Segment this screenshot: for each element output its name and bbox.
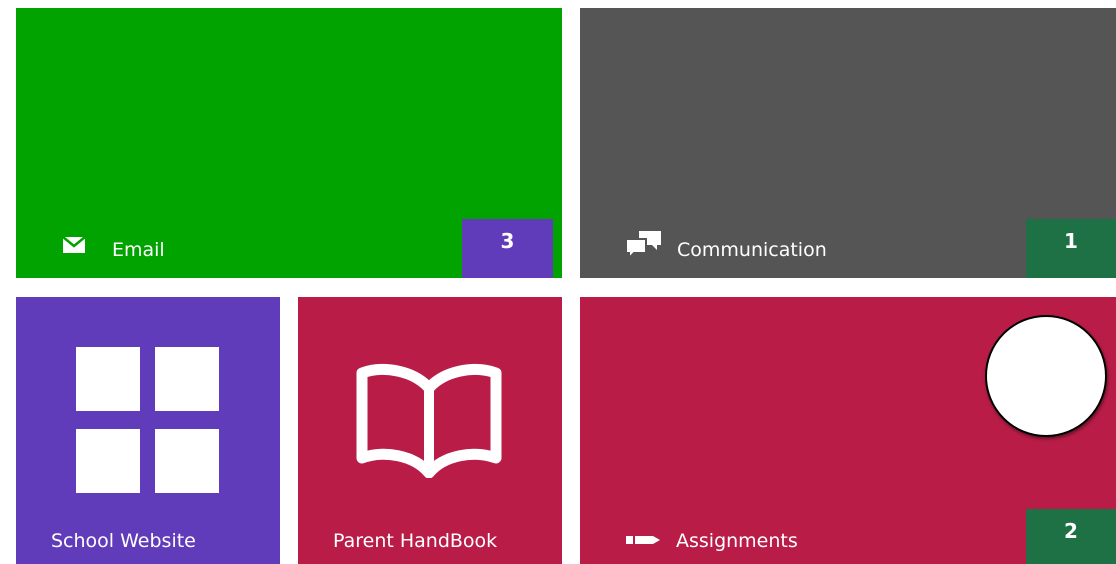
windows-grid-icon: [76, 347, 219, 494]
open-book-icon: [354, 363, 504, 478]
communication-label: Communication: [677, 239, 827, 261]
circle-marker: [985, 315, 1107, 437]
envelope-icon: [63, 237, 85, 253]
assignments-count-badge: 2: [1026, 509, 1116, 564]
school-website-label: School Website: [51, 530, 196, 552]
school-website-tile[interactable]: School Website: [16, 297, 280, 564]
communication-tile[interactable]: Communication 1: [580, 8, 1116, 278]
chat-bubbles-icon: [625, 229, 663, 261]
pencil-icon: [626, 535, 660, 545]
communication-unread-badge: 1: [1026, 219, 1116, 278]
parent-handbook-tile[interactable]: Parent HandBook: [298, 297, 562, 564]
parent-handbook-label: Parent HandBook: [333, 530, 498, 552]
email-label: Email: [112, 239, 165, 261]
email-tile[interactable]: Email 3: [16, 8, 562, 278]
email-unread-badge: 3: [462, 219, 553, 278]
assignments-label: Assignments: [676, 530, 798, 552]
